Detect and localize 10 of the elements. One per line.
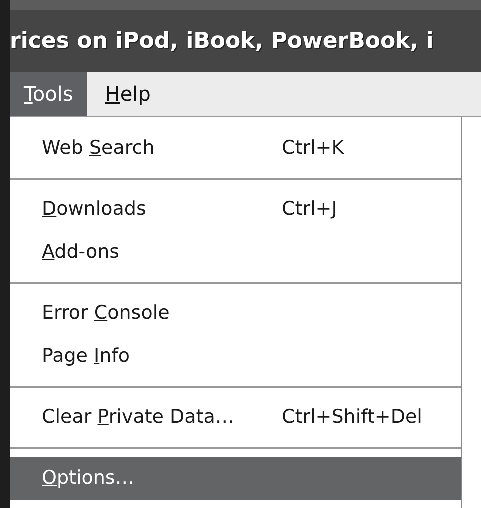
menu-item[interactable]: Page Info (10, 335, 461, 378)
menu-item[interactable]: Web Search Ctrl+K (10, 127, 461, 170)
menu-item[interactable]: Add-ons (10, 231, 461, 274)
menu-item[interactable]: Clear Private Data… Ctrl+Shift+Del (10, 396, 461, 439)
menu-item[interactable]: Options… (10, 457, 461, 500)
menu-item[interactable]: Error Console (10, 292, 461, 335)
menu-bar-item[interactable]: Tools (10, 72, 88, 116)
window-title: rices on iPod, iBook, PowerBook, i (10, 28, 434, 56)
menu-bar-item[interactable]: Help (87, 72, 169, 116)
menu-item[interactable]: Downloads Ctrl+J (10, 188, 461, 231)
